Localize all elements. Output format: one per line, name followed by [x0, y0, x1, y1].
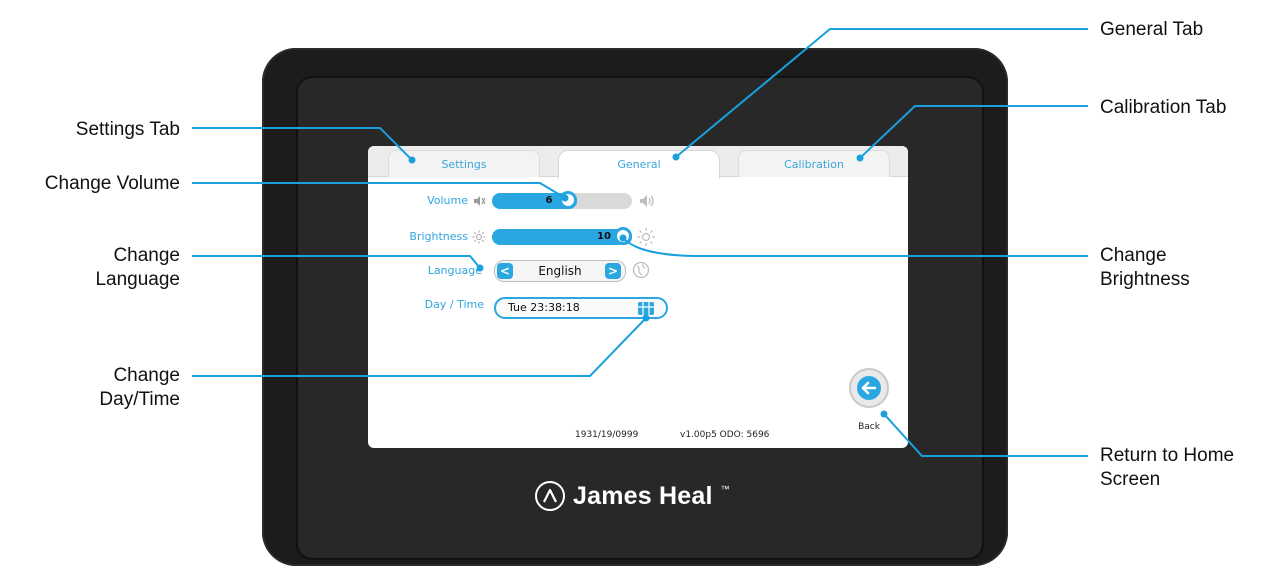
- back-arrow-icon: [857, 376, 881, 400]
- mute-icon: [474, 196, 486, 206]
- language-selector: < English >: [494, 260, 626, 282]
- brand-name: James Heal: [573, 481, 713, 510]
- brightness-knob[interactable]: [614, 227, 632, 245]
- volume-slider[interactable]: 6: [492, 191, 632, 209]
- callout-settings-tab: Settings Tab: [75, 119, 180, 140]
- serial-number: 1931/19/0999: [575, 430, 639, 440]
- day-time-label: Day / Time: [424, 298, 484, 311]
- brand: James Heal ™: [535, 476, 745, 516]
- language-next-button[interactable]: >: [605, 263, 621, 279]
- volume-knob[interactable]: [559, 191, 577, 209]
- calendar-icon[interactable]: [636, 299, 656, 317]
- callout-return-home: Return to Home Screen: [1100, 445, 1235, 490]
- sun-low-icon: [472, 230, 486, 244]
- brand-logo-icon: [535, 481, 565, 511]
- tab-settings[interactable]: Settings: [388, 150, 540, 177]
- callout-change-day-time: Change Day/Time: [99, 365, 180, 410]
- callout-change-language: Change Language: [95, 245, 180, 290]
- tab-bar: Settings General Calibration: [368, 146, 908, 179]
- callout-general-tab: General Tab: [1100, 19, 1204, 40]
- language-prev-button[interactable]: <: [497, 263, 513, 279]
- language-label: Language: [427, 264, 482, 277]
- back-label: Back: [858, 422, 880, 432]
- brightness-slider[interactable]: 10: [492, 227, 632, 245]
- day-time-value: Tue 23:38:18: [508, 301, 580, 314]
- brightness-label: Brightness: [409, 230, 468, 243]
- back-button[interactable]: [849, 368, 889, 408]
- callout-calibration-tab: Calibration Tab: [1100, 97, 1227, 118]
- callout-change-volume: Change Volume: [44, 173, 180, 194]
- volume-label: Volume: [427, 194, 468, 207]
- version-odometer: v1.00p5 ODO: 5696: [680, 430, 770, 440]
- language-value: English: [538, 264, 582, 278]
- day-time-field[interactable]: Tue 23:38:18: [494, 297, 668, 319]
- tab-general[interactable]: General: [558, 150, 720, 179]
- sun-high-icon: [637, 228, 655, 246]
- globe-icon: [632, 261, 650, 279]
- touch-screen: Settings General Calibration Volume 6 Br…: [368, 146, 908, 448]
- tab-calibration[interactable]: Calibration: [738, 150, 890, 177]
- brand-trademark: ™: [720, 484, 730, 494]
- callout-change-brightness: Change Brightness: [1100, 245, 1190, 290]
- speaker-icon: [640, 195, 654, 207]
